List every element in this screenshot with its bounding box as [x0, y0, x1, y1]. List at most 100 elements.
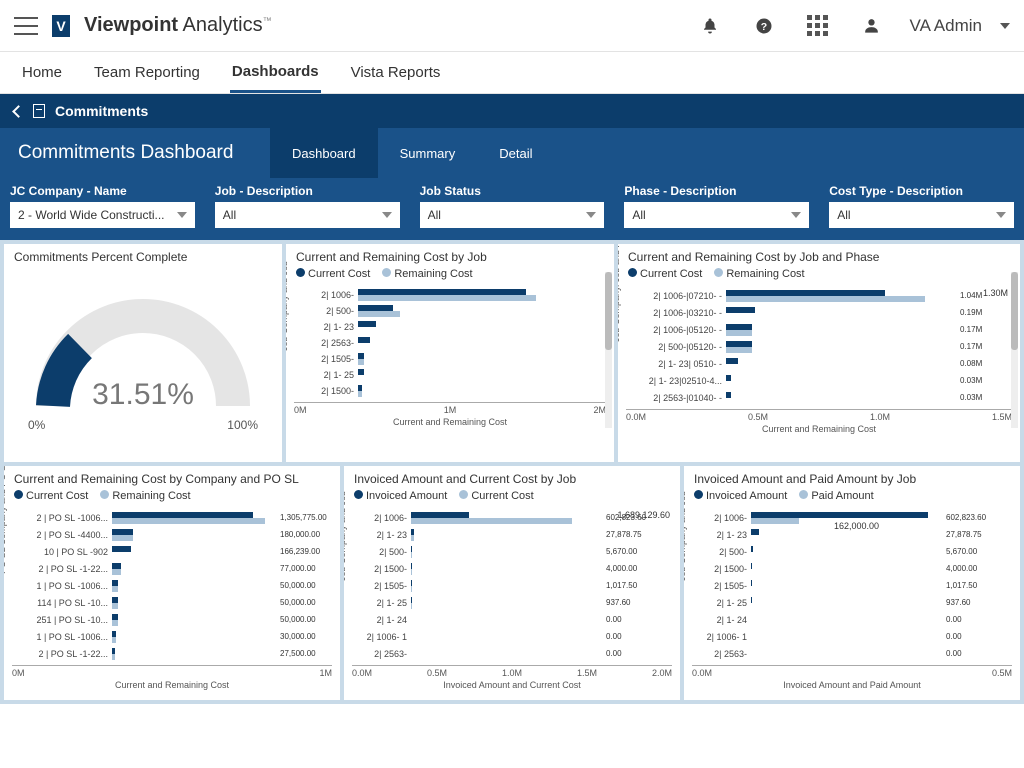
- nav-tab-home[interactable]: Home: [20, 54, 64, 91]
- bar-row: 2| 1505-1,017.50: [692, 578, 1012, 593]
- scrollbar[interactable]: [1011, 272, 1018, 428]
- bar-track: [112, 648, 276, 660]
- bar-category-label: 114 | PO SL -10...: [12, 598, 108, 608]
- bar-track: [358, 385, 556, 397]
- bar-track: [112, 631, 276, 643]
- bar-track: [411, 648, 602, 660]
- bar-value-label: 50,000.00: [280, 598, 332, 607]
- bar-row: 2| 1006-|05120- - 0.17M: [626, 322, 1012, 337]
- apps-grid-icon[interactable]: [808, 16, 828, 36]
- bar-value-label: 0.00: [946, 632, 1012, 641]
- help-icon[interactable]: ?: [754, 16, 774, 36]
- bar-value-label: 0.19M: [960, 308, 1012, 317]
- dashboard-subtabs: DashboardSummaryDetail: [270, 128, 554, 178]
- bar-track: [411, 631, 602, 643]
- xaxis-label: Invoiced Amount and Paid Amount: [692, 678, 1012, 690]
- bar-category-label: 2| 2563-: [294, 338, 354, 348]
- bar-track: [112, 563, 276, 575]
- bar-track: [751, 614, 942, 626]
- yaxis-label: Job Company and Job: [344, 491, 347, 581]
- logo-bold: Viewpoint: [84, 14, 178, 36]
- bar-category-label: 2| 1- 24: [352, 615, 407, 625]
- bar-value-label: 1,017.50: [606, 581, 672, 590]
- bar-row: 1 | PO SL -1006...30,000.00: [12, 629, 332, 644]
- bar-value-label: 0.17M: [960, 342, 1012, 351]
- nav-tab-dashboards[interactable]: Dashboards: [230, 53, 321, 93]
- bar-row: 2| 1- 25937.60: [352, 595, 672, 610]
- bar-category-label: 2 | PO SL -4400...: [12, 530, 108, 540]
- bar-value-label: 27,500.00: [280, 649, 332, 658]
- bar-row: 2| 1500-4,000.00: [692, 561, 1012, 576]
- bar-track: [726, 392, 956, 404]
- bar-row: 2| 1- 24 0.00: [352, 612, 672, 627]
- user-icon[interactable]: [862, 16, 882, 36]
- bar-track: [751, 631, 942, 643]
- filter-cost-type-description: Cost Type - Description All: [829, 184, 1014, 228]
- nav-tab-team-reporting[interactable]: Team Reporting: [92, 54, 202, 91]
- bar-value-label: 0.17M: [960, 325, 1012, 334]
- filter-select[interactable]: All: [624, 202, 809, 228]
- bar-row: 2| 1- 25937.60: [692, 595, 1012, 610]
- bar-track: [358, 289, 556, 301]
- main-nav: Home Team Reporting Dashboards Vista Report…: [0, 52, 1024, 94]
- breadcrumb-title: Commitments: [55, 103, 148, 119]
- tile-invoiced-paid: Invoiced Amount and Paid Amount by Job I…: [684, 466, 1020, 700]
- bar-row: 1 | PO SL -1006...50,000.00: [12, 578, 332, 593]
- bar-row: 2| 2563-: [294, 336, 606, 350]
- back-chevron-icon[interactable]: [12, 105, 25, 118]
- legend: Current Cost Remaining Cost: [286, 266, 614, 284]
- filter-label: Job Status: [420, 184, 605, 198]
- chevron-down-icon: [382, 212, 392, 218]
- bar-category-label: 2| 1006-|05120- -: [626, 325, 722, 335]
- bar-row: 2| 500-5,670.00: [692, 544, 1012, 559]
- dashboard-header: Commitments Dashboard DashboardSummaryDe…: [0, 128, 1024, 178]
- filter-value: All: [223, 208, 236, 222]
- bar-category-label: 2| 1006- 1: [692, 632, 747, 642]
- bar-category-label: 2| 1505-: [294, 354, 354, 364]
- legend: Current Cost Remaining Cost: [618, 266, 1020, 284]
- subtab-dashboard[interactable]: Dashboard: [270, 128, 378, 178]
- chevron-down-icon: [177, 212, 187, 218]
- user-menu-chevron-icon[interactable]: [1000, 23, 1010, 29]
- bar-value-label-secondary: 1,689,129.60: [617, 510, 670, 520]
- filter-select[interactable]: All: [215, 202, 400, 228]
- filter-label: Cost Type - Description: [829, 184, 1014, 198]
- bar-row: 2| 500-: [294, 304, 606, 318]
- bar-track: [411, 512, 602, 524]
- bar-track: [358, 369, 556, 381]
- bar-category-label: 2 | PO SL -1-22...: [12, 564, 108, 574]
- bar-track: [726, 307, 956, 319]
- user-name[interactable]: VA Admin: [910, 16, 982, 36]
- filter-job-status: Job Status All: [420, 184, 605, 228]
- yaxis-label: Job Company and Job: [684, 491, 687, 581]
- bar-row: 251 | PO SL -10...50,000.00: [12, 612, 332, 627]
- scrollbar[interactable]: [605, 272, 612, 428]
- subtab-detail[interactable]: Detail: [477, 128, 554, 178]
- bar-category-label: 2| 1- 23: [352, 530, 407, 540]
- nav-tab-vista-reports[interactable]: Vista Reports: [349, 54, 443, 91]
- bar-value-label: 50,000.00: [280, 581, 332, 590]
- bar-category-label: 2| 1- 23| 0510- -: [626, 359, 722, 369]
- bar-value-label: 30,000.00: [280, 632, 332, 641]
- filter-value: All: [837, 208, 850, 222]
- bar-track: [358, 305, 556, 317]
- bar-value-label: 27,878.75: [606, 530, 672, 539]
- bar-row: 2| 1- 23| 0510- -0.08M: [626, 356, 1012, 371]
- filter-select[interactable]: All: [420, 202, 605, 228]
- subtab-summary[interactable]: Summary: [378, 128, 478, 178]
- logo-tm: ™: [263, 15, 272, 25]
- bar-track: [358, 321, 556, 333]
- filter-select[interactable]: All: [829, 202, 1014, 228]
- bar-row: 2| 1500-4,000.00: [352, 561, 672, 576]
- bell-icon[interactable]: [700, 16, 720, 36]
- bar-category-label: 2 | PO SL -1-22...: [12, 649, 108, 659]
- filter-select[interactable]: 2 - World Wide Constructi...: [10, 202, 195, 228]
- bar-row: 2| 1- 25: [294, 368, 606, 382]
- bar-value-label: 0.00: [606, 615, 672, 624]
- bar-value-label: 0.00: [606, 649, 672, 658]
- legend: Invoiced Amount Paid Amount: [684, 488, 1020, 506]
- bar-category-label: 2| 1006-|03210- -: [626, 308, 722, 318]
- menu-hamburger-icon[interactable]: [14, 17, 38, 35]
- bar-category-label: 2| 1- 23: [294, 322, 354, 332]
- bar-category-label: 2| 1006-: [352, 513, 407, 523]
